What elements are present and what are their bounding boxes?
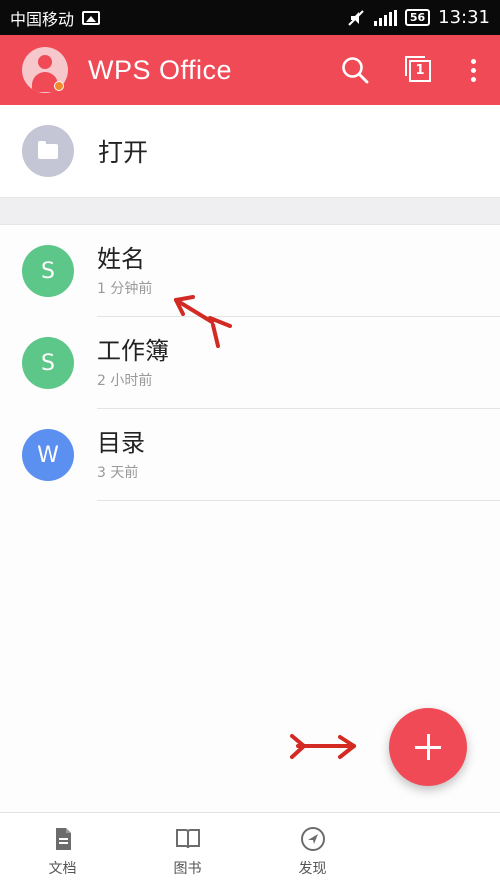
file-name: 工作簿	[97, 337, 169, 365]
search-icon[interactable]	[340, 55, 370, 85]
spreadsheet-icon: S	[22, 245, 74, 297]
add-button[interactable]	[389, 708, 467, 786]
tabs-icon[interactable]: 1	[404, 55, 434, 85]
app-bar: WPS Office 1	[0, 35, 500, 105]
file-time: 1 分钟前	[97, 281, 153, 297]
battery-icon: 56	[404, 9, 431, 26]
nav-label: 发现	[298, 860, 327, 877]
carrier-label: 中国移动	[10, 9, 75, 29]
tab-count: 1	[409, 60, 431, 82]
nav-label: 文档	[48, 860, 77, 877]
nav-item-books[interactable]: 图书	[125, 813, 250, 890]
open-label: 打开	[98, 138, 149, 167]
document-icon: W	[22, 429, 74, 481]
status-bar: 中国移动 56 13:31	[0, 0, 500, 35]
image-notification-icon	[82, 10, 101, 25]
nav-label: 图书	[173, 860, 202, 877]
row-divider	[97, 500, 500, 501]
book-icon	[175, 828, 200, 848]
clock: 13:31	[438, 7, 490, 28]
plus-icon	[415, 734, 441, 760]
file-row-catalog[interactable]: W 目录 3 天前	[0, 409, 500, 501]
folder-icon-circle	[22, 125, 74, 177]
more-options-icon[interactable]	[468, 55, 478, 85]
compass-icon	[300, 826, 325, 851]
folder-icon	[38, 140, 58, 159]
file-name: 目录	[97, 429, 145, 457]
signal-icon	[373, 9, 397, 26]
mute-icon	[348, 9, 364, 26]
document-icon	[55, 827, 71, 850]
file-time: 2 小时前	[97, 373, 153, 389]
file-name: 姓名	[97, 245, 145, 273]
open-file-row[interactable]: 打开	[0, 105, 500, 197]
spreadsheet-icon: S	[22, 337, 74, 389]
section-divider	[0, 197, 500, 225]
file-row-name[interactable]: S 姓名 1 分钟前	[0, 225, 500, 317]
notification-dot	[54, 81, 64, 91]
arrow-to-add-icon	[290, 734, 356, 759]
app-title: WPS Office	[88, 54, 233, 85]
file-row-workbook[interactable]: S 工作簿 2 小时前	[0, 317, 500, 409]
file-time: 3 天前	[97, 465, 139, 481]
bottom-nav: 文档 图书 发现	[0, 812, 500, 890]
nav-item-documents[interactable]: 文档	[0, 813, 125, 890]
recent-file-list: S 姓名 1 分钟前 S 工作簿 2 小时前 W 目录 3 天前	[0, 225, 500, 501]
nav-item-discover[interactable]: 发现	[250, 813, 375, 890]
